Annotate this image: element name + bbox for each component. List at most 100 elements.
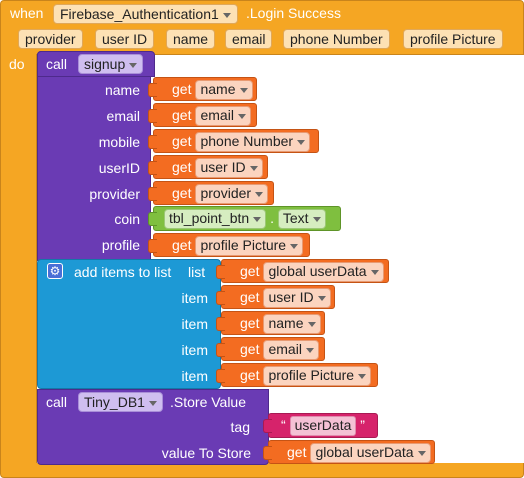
connector-nub	[148, 187, 157, 201]
signup-arg-provider-label: provider	[89, 186, 140, 202]
connector-nub	[216, 265, 225, 279]
chevron-down-icon	[290, 243, 299, 249]
store-call-label: call	[46, 394, 68, 410]
get-var-label: phone Number	[200, 133, 294, 149]
signup-procedure-name: signup	[84, 56, 126, 72]
chevron-down-icon	[148, 400, 157, 406]
gear-icon[interactable]: ⚙	[47, 263, 63, 279]
get-name-block[interactable]: get name	[148, 77, 257, 101]
get-keyword: get	[172, 81, 192, 97]
get-email-block[interactable]: get email	[148, 103, 257, 127]
get-item-user-id-block[interactable]: get user ID	[216, 285, 335, 309]
get-item-profile-picture-block[interactable]: get profile Picture	[216, 363, 378, 387]
store-value-label: value To Store	[161, 445, 251, 461]
get-var-label: provider	[200, 185, 252, 201]
property-dropdown[interactable]: Text	[277, 209, 326, 229]
property-name: Text	[282, 210, 309, 226]
connector-nub	[148, 109, 157, 123]
chevron-down-icon	[239, 87, 248, 93]
get-provider-block[interactable]: get provider	[148, 181, 274, 205]
signup-call-label: call	[46, 56, 68, 72]
get-item-user-id-dropdown[interactable]: user ID	[263, 288, 331, 308]
get-name-dropdown[interactable]: name	[195, 80, 253, 100]
get-keyword: get	[287, 444, 307, 460]
get-provider-dropdown[interactable]: provider	[195, 184, 269, 204]
get-var-label: name	[200, 81, 236, 97]
event-param-phone-number[interactable]: phone Number	[283, 29, 390, 49]
get-profile-picture-dropdown[interactable]: profile Picture	[195, 236, 304, 256]
when-label: when	[10, 5, 44, 21]
chevron-down-icon	[312, 216, 321, 222]
get-item-profile-picture-dropdown[interactable]: profile Picture	[263, 366, 372, 386]
chevron-down-icon	[370, 269, 379, 275]
event-component-name: Firebase_Authentication1	[60, 6, 219, 22]
connector-nub	[148, 239, 157, 253]
chevron-down-icon	[253, 216, 262, 222]
event-param-provider[interactable]: provider	[18, 29, 83, 49]
store-component-dropdown[interactable]: Tiny_DB1	[78, 392, 163, 412]
event-component-dropdown[interactable]: Firebase_Authentication1	[53, 4, 238, 24]
event-block-bottom	[0, 463, 524, 478]
get-store-global-userdata-block[interactable]: get global userData	[263, 440, 435, 464]
event-param-name[interactable]: name	[166, 29, 216, 49]
get-global-userdata-block[interactable]: get global userData	[216, 259, 389, 283]
chevron-down-icon	[249, 165, 258, 171]
get-item-name-dropdown[interactable]: name	[263, 314, 321, 334]
get-phone-number-block[interactable]: get phone Number	[148, 129, 319, 153]
connector-nub	[216, 369, 225, 383]
event-param-user-id[interactable]: user ID	[95, 29, 155, 49]
get-keyword: get	[240, 367, 260, 383]
get-keyword: get	[240, 263, 260, 279]
get-keyword: get	[172, 185, 192, 201]
get-global-userdata-dropdown[interactable]: global userData	[263, 262, 384, 282]
chevron-down-icon	[255, 191, 264, 197]
chevron-down-icon	[237, 113, 246, 119]
get-item-email-block[interactable]: get email	[216, 337, 325, 361]
dot-separator: .	[270, 210, 278, 226]
get-keyword: get	[172, 107, 192, 123]
get-phone-number-dropdown[interactable]: phone Number	[195, 132, 311, 152]
get-keyword: get	[240, 289, 260, 305]
get-keyword: get	[240, 341, 260, 357]
get-var-label: global userData	[315, 444, 414, 460]
get-var-label: global userData	[268, 263, 367, 279]
event-name: .Login Success	[246, 5, 341, 21]
event-param-profile-picture[interactable]: profile Picture	[403, 29, 503, 49]
component-name: tbl_point_btn	[169, 210, 250, 226]
get-profile-picture-block[interactable]: get profile Picture	[148, 233, 310, 257]
get-var-label: email	[200, 107, 234, 123]
add-items-item4-label: item	[181, 368, 208, 384]
signup-arg-name-label: name	[104, 82, 140, 98]
store-component-name: Tiny_DB1	[84, 394, 145, 410]
do-label: do	[9, 56, 25, 72]
add-items-label: add items to list	[74, 264, 172, 280]
get-email-dropdown[interactable]: email	[195, 106, 251, 126]
get-user-id-block[interactable]: get user ID	[148, 155, 268, 179]
get-item-name-block[interactable]: get name	[216, 311, 325, 335]
connector-nub	[263, 419, 272, 433]
event-param-email[interactable]: email	[225, 29, 273, 49]
component-dropdown[interactable]: tbl_point_btn	[164, 209, 267, 229]
signup-arg-userid-label: userID	[98, 160, 140, 176]
add-items-item1-label: item	[181, 290, 208, 306]
connector-nub	[216, 291, 225, 305]
store-tag-label: tag	[230, 419, 250, 435]
text-string-block[interactable]: “ userData ”	[263, 413, 378, 438]
signup-arg-coin-label: coin	[114, 211, 140, 227]
get-var-label: user ID	[268, 289, 314, 305]
chevron-down-icon	[417, 450, 426, 456]
connector-nub	[148, 135, 157, 149]
get-store-userdata-dropdown[interactable]: global userData	[310, 443, 431, 463]
connector-nub	[216, 317, 225, 331]
component-property-block[interactable]: tbl_point_btn . Text	[148, 206, 341, 231]
text-value-field[interactable]: userData	[289, 416, 357, 436]
get-item-email-dropdown[interactable]: email	[263, 340, 319, 360]
get-user-id-dropdown[interactable]: user ID	[195, 158, 263, 178]
get-var-label: profile Picture	[268, 367, 355, 383]
signup-procedure-dropdown[interactable]: signup	[78, 54, 144, 74]
close-quote: ”	[360, 417, 365, 433]
connector-nub	[148, 212, 157, 226]
chevron-down-icon	[358, 373, 367, 379]
get-var-label: user ID	[200, 159, 246, 175]
get-keyword: get	[172, 159, 192, 175]
